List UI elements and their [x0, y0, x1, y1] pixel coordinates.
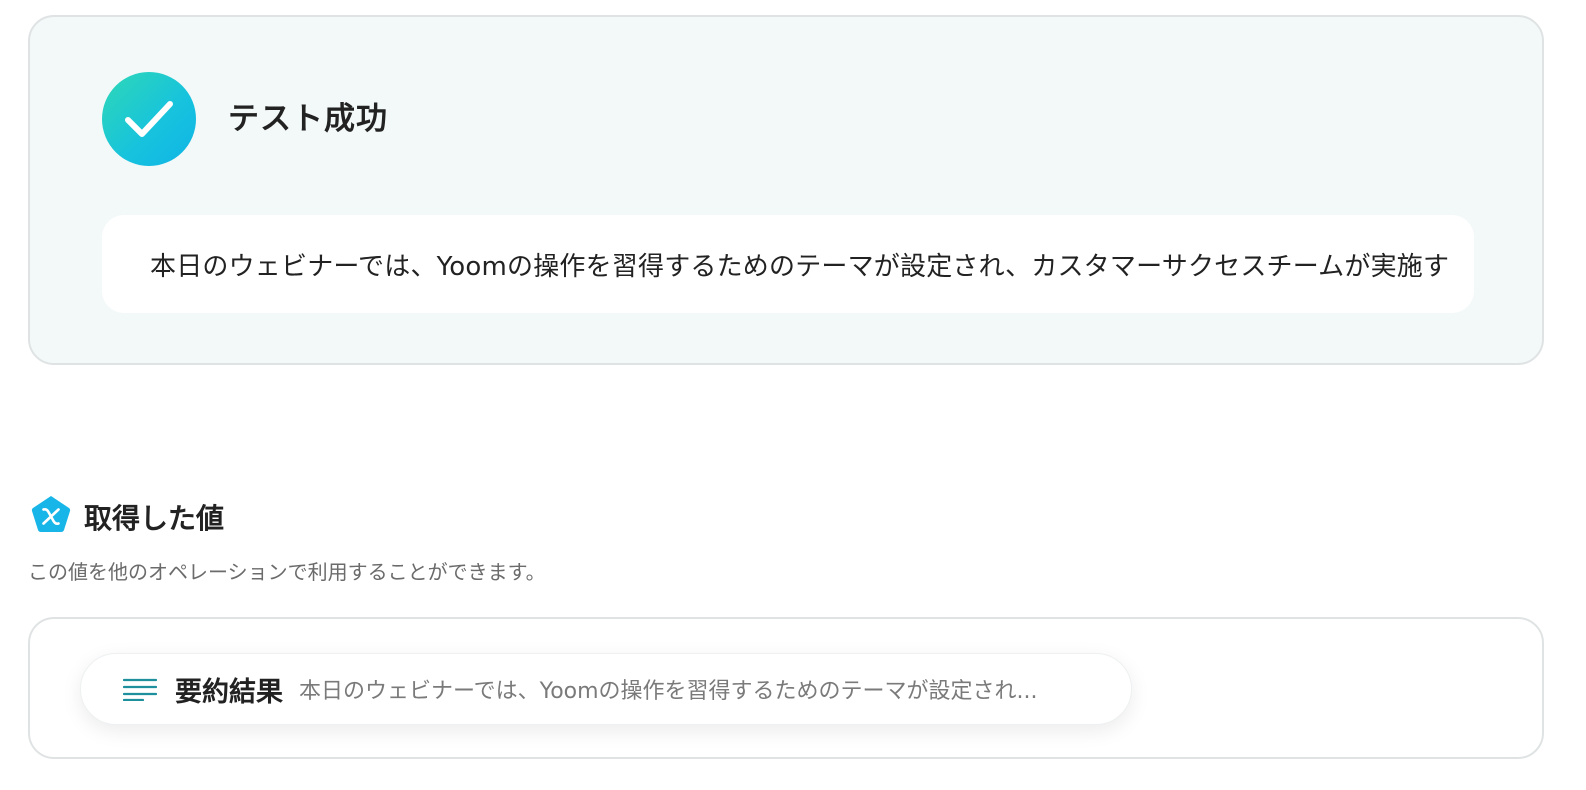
page: テスト成功 本日のウェビナーでは、Yoomの操作を習得するためのテーマが設定され… — [0, 0, 1586, 790]
test-output-box: 本日のウェビナーでは、Yoomの操作を習得するためのテーマが設定され、カスタマー… — [102, 215, 1474, 313]
value-item-preview: 本日のウェビナーでは、Yoomの操作を習得するためのテーマが設定され... — [299, 679, 1038, 704]
test-output-text: 本日のウェビナーでは、Yoomの操作を習得するためのテーマが設定され、カスタマー… — [150, 251, 1450, 282]
test-success-card: テスト成功 本日のウェビナーでは、Yoomの操作を習得するためのテーマが設定され… — [28, 15, 1544, 365]
test-success-title: テスト成功 — [228, 101, 388, 137]
acquired-values-card: 要約結果 本日のウェビナーでは、Yoomの操作を習得するためのテーマが設定され.… — [28, 617, 1544, 759]
text-lines-icon — [123, 678, 157, 701]
acquired-values-description: この値を他のオペレーションで利用することができます。 — [28, 560, 546, 584]
check-circle-icon — [102, 72, 196, 166]
value-item-summary-result[interactable]: 要約結果 本日のウェビナーでは、Yoomの操作を習得するためのテーマが設定され.… — [80, 653, 1132, 725]
acquired-values-title: 取得した値 — [84, 502, 225, 535]
value-item-label: 要約結果 — [175, 676, 283, 708]
variable-pentagon-icon — [30, 494, 72, 536]
